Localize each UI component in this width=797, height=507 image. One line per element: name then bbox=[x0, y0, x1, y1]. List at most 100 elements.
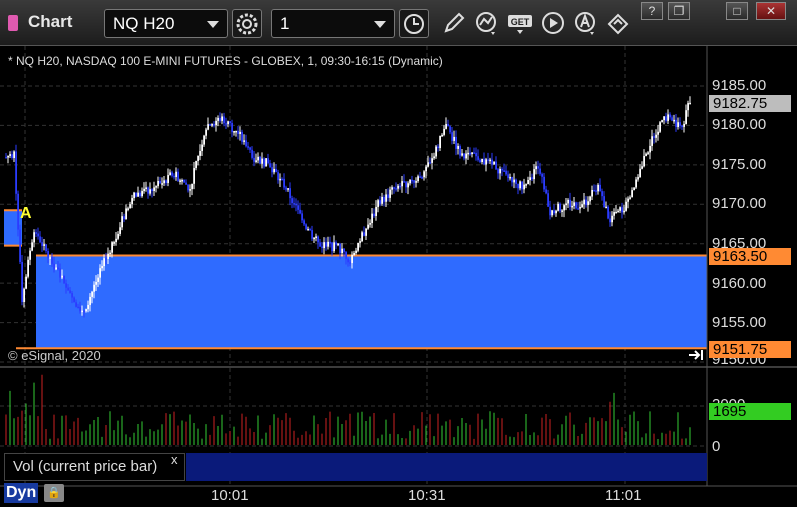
price-bar-body bbox=[647, 152, 649, 154]
price-bar-body bbox=[421, 177, 423, 179]
price-bar-body bbox=[387, 194, 389, 198]
price-bar-body bbox=[323, 242, 325, 249]
price-bar-body bbox=[59, 268, 61, 278]
price-bar-body bbox=[549, 206, 551, 216]
svg-text:GET: GET bbox=[511, 17, 530, 27]
price-bar-body bbox=[625, 201, 627, 211]
price-bar-body bbox=[443, 128, 445, 135]
price-bar-body bbox=[441, 134, 443, 137]
get-data-icon[interactable]: GET bbox=[507, 10, 533, 36]
price-bar-body bbox=[599, 184, 601, 192]
price-bar-body bbox=[121, 216, 123, 228]
volume-study-label[interactable]: Vol (current price bar) bbox=[4, 453, 185, 481]
price-bar-body bbox=[559, 203, 561, 211]
price-bar-body bbox=[493, 161, 495, 165]
price-bar-body bbox=[529, 177, 531, 181]
price-bar-body bbox=[263, 158, 265, 167]
price-bar-body bbox=[467, 152, 469, 155]
price-bar-body bbox=[641, 166, 643, 169]
price-bar-body bbox=[489, 159, 491, 162]
price-bar-body bbox=[147, 187, 149, 194]
price-bar-body bbox=[645, 153, 647, 157]
study-icon[interactable] bbox=[474, 10, 500, 36]
alert-icon[interactable] bbox=[573, 10, 599, 36]
dynamic-mode-badge[interactable]: Dyn bbox=[4, 483, 39, 503]
price-bar-body bbox=[225, 123, 227, 125]
symbol-settings-button[interactable] bbox=[232, 9, 262, 38]
price-bar-body bbox=[215, 120, 217, 126]
symbol-select[interactable]: NQ H20 bbox=[104, 9, 228, 38]
close-button[interactable]: ✕ bbox=[756, 2, 786, 20]
link-icon[interactable] bbox=[605, 10, 631, 36]
price-bar-body bbox=[411, 179, 413, 182]
price-bar-body bbox=[15, 151, 17, 194]
play-icon[interactable] bbox=[540, 10, 566, 36]
price-bar-body bbox=[553, 210, 555, 214]
chart-marker[interactable]: A bbox=[20, 205, 32, 223]
price-bar-body bbox=[63, 275, 65, 284]
price-bar-body bbox=[537, 166, 539, 169]
price-bar-body bbox=[417, 176, 419, 182]
interval-clock-button[interactable] bbox=[399, 9, 429, 38]
price-bar-body bbox=[131, 198, 133, 205]
price-bar-body bbox=[519, 181, 521, 189]
price-tick: 9170.00 bbox=[712, 195, 767, 212]
price-bar-body bbox=[255, 160, 257, 162]
price-bar-body bbox=[415, 181, 417, 183]
price-bar-body bbox=[607, 206, 609, 219]
price-bar-body bbox=[469, 152, 471, 155]
price-bar-body bbox=[597, 184, 599, 192]
restore-button[interactable]: ❐ bbox=[668, 2, 690, 20]
chevron-down-icon bbox=[374, 21, 386, 28]
price-bar-body bbox=[313, 237, 315, 240]
price-bar-body bbox=[643, 156, 645, 167]
scroll-to-end-icon[interactable] bbox=[688, 348, 706, 362]
price-bar-body bbox=[111, 242, 113, 253]
lock-icon[interactable]: 🔒 bbox=[44, 484, 64, 502]
price-bar-body bbox=[401, 181, 403, 187]
price-bar-body bbox=[407, 183, 409, 188]
price-bar-body bbox=[631, 190, 633, 198]
price-bar-body bbox=[541, 173, 543, 177]
price-tick: 9185.00 bbox=[712, 77, 767, 94]
price-bar-body bbox=[229, 121, 231, 123]
price-bar-body bbox=[505, 170, 507, 175]
price-bar-body bbox=[455, 136, 457, 149]
price-bar-body bbox=[429, 162, 431, 164]
price-bar-body bbox=[253, 157, 255, 162]
price-bar-body bbox=[479, 159, 481, 163]
price-bar-body bbox=[249, 147, 251, 150]
price-bar-body bbox=[325, 242, 327, 247]
pencil-icon[interactable] bbox=[441, 10, 467, 36]
close-study-icon[interactable]: x bbox=[171, 452, 178, 467]
price-bar-body bbox=[603, 196, 605, 208]
price-bar-body bbox=[27, 259, 29, 277]
price-bar-body bbox=[49, 257, 51, 259]
price-bar-body bbox=[449, 126, 451, 133]
price-bar-body bbox=[463, 153, 465, 159]
price-bar-body bbox=[33, 232, 35, 243]
price-bar-body bbox=[221, 116, 223, 121]
price-bar-body bbox=[315, 236, 317, 238]
price-bar-body bbox=[189, 189, 191, 191]
help-button[interactable]: ? bbox=[641, 2, 663, 20]
price-bar-body bbox=[503, 170, 505, 172]
price-bar-body bbox=[679, 122, 681, 126]
price-bar-body bbox=[627, 198, 629, 202]
price-bar-body bbox=[357, 242, 359, 251]
price-bar-body bbox=[379, 200, 381, 204]
price-bar-body bbox=[661, 120, 663, 123]
price-bar-body bbox=[667, 114, 669, 121]
price-bar-body bbox=[531, 177, 533, 180]
price-chart-canvas[interactable] bbox=[0, 46, 797, 507]
interval-select[interactable]: 1 bbox=[271, 9, 395, 38]
price-tick: 9175.00 bbox=[712, 156, 767, 173]
price-bar-body bbox=[349, 262, 351, 264]
price-bar-body bbox=[183, 179, 185, 183]
chevron-down-icon bbox=[207, 21, 219, 28]
price-bar-body bbox=[385, 194, 387, 202]
maximize-button[interactable]: □ bbox=[726, 2, 748, 20]
price-bar-body bbox=[81, 310, 83, 313]
price-bar-body bbox=[55, 267, 57, 270]
price-bar-body bbox=[23, 288, 25, 303]
